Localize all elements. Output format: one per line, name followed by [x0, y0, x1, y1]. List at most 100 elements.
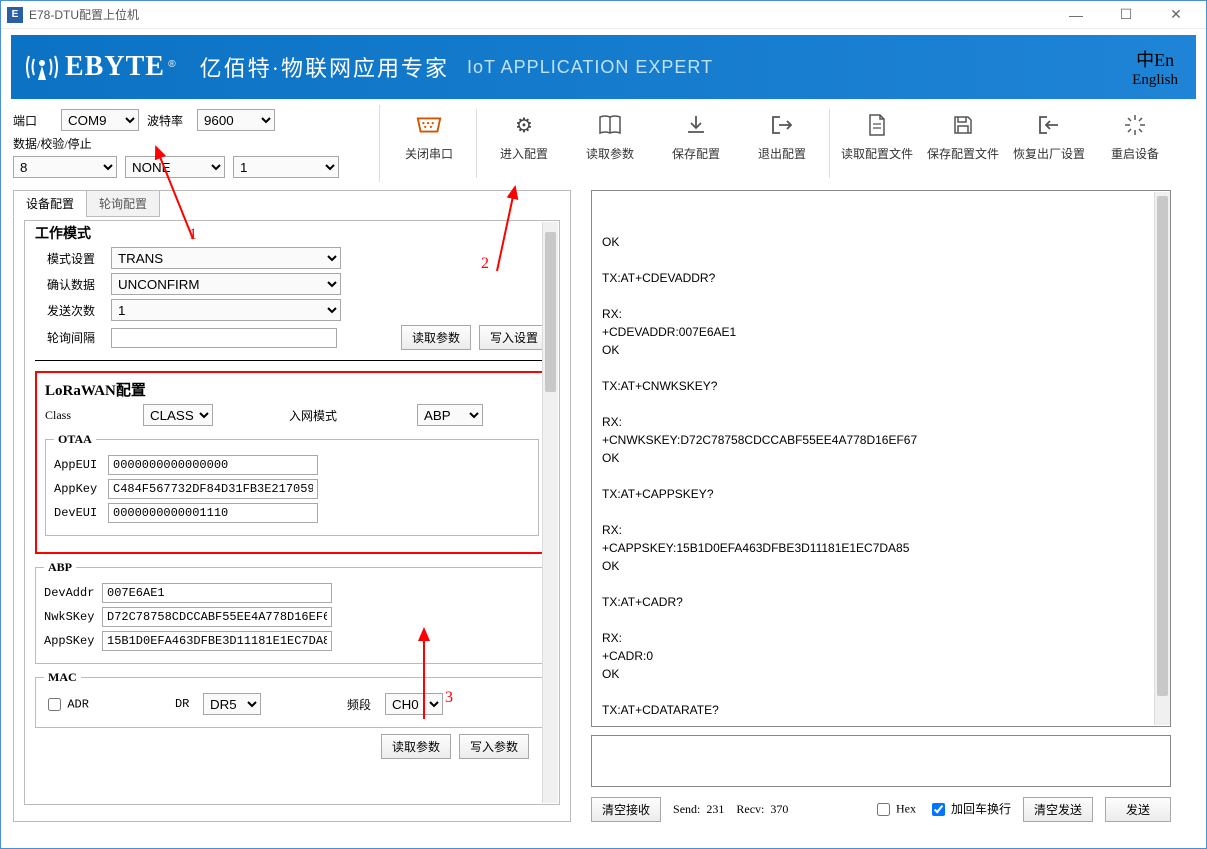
exit-icon [768, 111, 796, 139]
app-window: E E78-DTU配置上位机 — ☐ ✕ EBYTE ® [0, 0, 1207, 849]
band-label: 频段 [347, 696, 377, 713]
join-label: 入网模式 [289, 407, 345, 424]
nwkskey-label: NwkSKey [44, 610, 94, 624]
mac-legend: MAC [44, 670, 81, 685]
logo-text: EBYTE [65, 51, 165, 82]
databits-select[interactable]: 8 [13, 156, 117, 178]
right-panel: OK TX:AT+CDEVADDR? RX: +CDEVADDR:007E6AE… [591, 190, 1171, 822]
otaa-group: OTAA AppEUI AppKey DevEUI [45, 432, 539, 536]
main-area: 设备配置 轮询配置 工作模式 模式设置 TRANS 确认数据 [1, 182, 1206, 822]
save-config-file-button[interactable]: 保存配置文件 [920, 105, 1006, 182]
appeui-label: AppEUI [54, 458, 100, 472]
titlebar: E E78-DTU配置上位机 — ☐ ✕ [1, 1, 1206, 29]
interval-input[interactable] [111, 328, 337, 348]
confirm-label: 确认数据 [47, 276, 103, 293]
save-icon [949, 111, 977, 139]
port-select[interactable]: COM9 [61, 109, 139, 131]
workmode-read-button[interactable]: 读取参数 [401, 325, 471, 350]
send-button[interactable]: 发送 [1105, 797, 1171, 822]
close-serial-button[interactable]: 关闭串口 [386, 105, 472, 182]
join-select[interactable]: ABP [417, 404, 483, 426]
scrollbar[interactable] [542, 222, 558, 803]
banner: EBYTE ® 亿佰特·物联网应用专家 IoT APPLICATION EXPE… [11, 35, 1196, 99]
workmode-write-button[interactable]: 写入设置 [479, 325, 549, 350]
dr-select[interactable]: DR5 [203, 693, 261, 715]
devaddr-label: DevAddr [44, 586, 94, 600]
deveui-input[interactable] [108, 503, 318, 523]
log-box[interactable]: OK TX:AT+CDEVADDR? RX: +CDEVADDR:007E6AE… [591, 190, 1171, 727]
read-config-file-button[interactable]: 读取配置文件 [834, 105, 920, 182]
adr-checkbox[interactable] [48, 698, 61, 711]
band-select[interactable]: CH0 [385, 693, 443, 715]
dcs-label: 数据/校验/停止 [13, 135, 103, 152]
mode-label: 模式设置 [47, 250, 103, 267]
mode-select[interactable]: TRANS [111, 247, 341, 269]
lorawan-write-button[interactable]: 写入参数 [459, 734, 529, 759]
toolbar-area: 端口 COM9 波特率 9600 数据/校验/停止 8 NONE 1 关闭串口 [1, 99, 1206, 182]
banner-tagline: 亿佰特·物联网应用专家 [200, 51, 449, 83]
left-panel: 设备配置 轮询配置 工作模式 模式设置 TRANS 确认数据 [13, 190, 571, 822]
send-textarea[interactable] [591, 735, 1171, 787]
baud-label: 波特率 [147, 112, 189, 129]
send-count-label: Send: 231 [673, 802, 724, 817]
banner-tagline-en: IoT APPLICATION EXPERT [467, 57, 713, 78]
window-minimize-button[interactable]: — [1060, 5, 1092, 25]
stopbits-select[interactable]: 1 [233, 156, 339, 178]
antenna-icon [25, 50, 59, 84]
tabs: 设备配置 轮询配置 [13, 190, 569, 217]
lorawan-title: LoRaWAN配置 [45, 379, 539, 400]
serial-port-icon [415, 111, 443, 139]
reboot-button[interactable]: 重启设备 [1092, 105, 1178, 182]
save-config-button[interactable]: 保存配置 [653, 105, 739, 182]
enter-config-button[interactable]: ⚙ 进入配置 [481, 105, 567, 182]
clear-receive-button[interactable]: 清空接收 [591, 797, 661, 822]
trademark: ® [168, 59, 175, 70]
sendcnt-label: 发送次数 [47, 302, 103, 319]
port-label: 端口 [13, 112, 53, 129]
factory-reset-button[interactable]: 恢复出厂设置 [1006, 105, 1092, 182]
reset-icon [1035, 111, 1063, 139]
class-select[interactable]: CLASSA [143, 404, 213, 426]
workmode-title: 工作模式 [35, 223, 549, 243]
lorawan-read-button[interactable]: 读取参数 [381, 734, 451, 759]
baud-select[interactable]: 9600 [197, 109, 275, 131]
lorawan-highlight: LoRaWAN配置 Class CLASSA 入网模式 ABP OTAA [35, 371, 549, 554]
nwkskey-input[interactable] [102, 607, 332, 627]
crlf-checkbox[interactable] [932, 803, 945, 816]
devaddr-input[interactable] [102, 583, 332, 603]
window-title: E78-DTU配置上位机 [29, 6, 1060, 23]
toolbar: 关闭串口 ⚙ 进入配置 读取参数 保存配置 [379, 105, 1178, 182]
window-close-button[interactable]: ✕ [1160, 5, 1192, 25]
reboot-icon [1121, 111, 1149, 139]
sendcnt-select[interactable]: 1 [111, 299, 341, 321]
window-maximize-button[interactable]: ☐ [1110, 5, 1142, 25]
appskey-input[interactable] [102, 631, 332, 651]
scroll-area: 工作模式 模式设置 TRANS 确认数据 UNCONFIRM 发送次数 1 [24, 220, 560, 805]
tab-poll-config[interactable]: 轮询配置 [86, 190, 160, 217]
read-params-button[interactable]: 读取参数 [567, 105, 653, 182]
class-label: Class [45, 408, 87, 423]
parity-select[interactable]: NONE [125, 156, 225, 178]
clear-send-button[interactable]: 清空发送 [1023, 797, 1093, 822]
appskey-label: AppSKey [44, 634, 94, 648]
appeui-input[interactable] [108, 455, 318, 475]
confirm-select[interactable]: UNCONFIRM [111, 273, 341, 295]
file-read-icon [863, 111, 891, 139]
deveui-label: DevEUI [54, 506, 100, 520]
device-config-panel: 工作模式 模式设置 TRANS 确认数据 UNCONFIRM 发送次数 1 [14, 218, 570, 813]
language-switch[interactable]: 中En English [1132, 46, 1178, 89]
tab-device-config[interactable]: 设备配置 [13, 190, 87, 217]
crlf-checkbox-label[interactable]: 加回车换行 [928, 800, 1011, 820]
exit-config-button[interactable]: 退出配置 [739, 105, 825, 182]
log-scrollbar[interactable] [1154, 192, 1170, 725]
hex-checkbox[interactable] [877, 803, 890, 816]
interval-label: 轮询间隔 [47, 329, 103, 346]
log-text: OK TX:AT+CDEVADDR? RX: +CDEVADDR:007E6AE… [602, 233, 1160, 727]
mac-group: MAC ADR DR DR5 频段 CH0 [35, 670, 549, 728]
adr-checkbox-label[interactable]: ADR [44, 695, 89, 714]
app-icon: E [7, 7, 23, 23]
hex-checkbox-label[interactable]: Hex [873, 800, 916, 819]
gear-icon: ⚙ [510, 111, 538, 139]
abp-group: ABP DevAddr NwkSKey AppSKey [35, 560, 549, 664]
appkey-input[interactable] [108, 479, 318, 499]
